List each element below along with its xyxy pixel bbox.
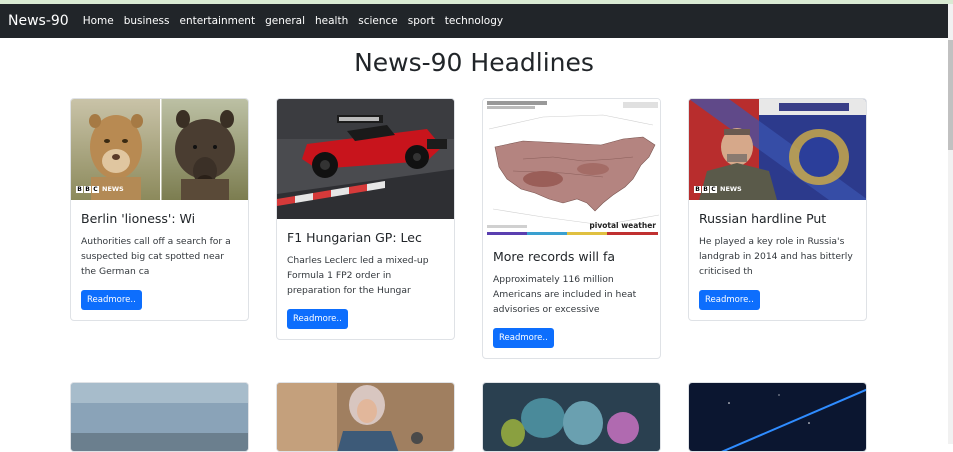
news-card [70,382,249,452]
game-art-image[interactable] [483,383,661,452]
heat-map-image [483,99,660,238]
card-image-f1-car[interactable] [277,99,454,219]
nav-link-health[interactable]: health [315,15,348,27]
nav-link-entertainment[interactable]: entertainment [179,15,255,27]
brand-link[interactable]: News-90 [8,13,69,29]
card-title: More records will fa [493,249,616,264]
nav-link-sport[interactable]: sport [408,15,435,27]
card-text: Approximately 116 million Americans are … [493,274,637,315]
scrollbar-thumb[interactable] [948,40,953,150]
nav-link-technology[interactable]: technology [445,15,503,27]
nav-link-home[interactable]: Home [83,15,114,27]
card-image-man-flag[interactable]: BBC NEWS [689,99,866,200]
nav-link-business[interactable]: business [124,15,170,27]
card-text: Charles Leclerc led a mixed-up Formula 1… [287,255,429,296]
pivotal-weather-watermark: pivotal weather [589,221,656,230]
card-text: Authorities call off a search for a susp… [81,236,231,277]
bbc-news-logo: BBC NEWS [76,185,124,193]
card-title: Russian hardline Put [699,211,827,226]
readmore-button[interactable]: Readmore.. [81,290,142,310]
nav-links: Home business entertainment general heal… [83,15,513,27]
space-image[interactable] [689,383,867,452]
card-title: Berlin 'lioness': Wi [81,211,196,226]
readmore-button[interactable]: Readmore.. [699,290,760,310]
card-image-lioness-boar[interactable]: BBC NEWS [71,99,248,200]
news-card: BBC NEWS Berlin 'lioness': Wi Authoritie… [70,98,249,321]
f1-car-image [277,99,454,219]
nav-link-science[interactable]: science [358,15,398,27]
news-card: pivotal weather More records will fa App… [482,98,661,359]
readmore-button[interactable]: Readmore.. [287,309,348,329]
nav-link-general[interactable]: general [265,15,305,27]
page-title: News-90 Headlines [354,48,594,77]
news-card: F1 Hungarian GP: Lec Charles Leclerc led… [276,98,455,340]
news-card [276,382,455,452]
news-card: BBC NEWS Russian hardline Put He played … [688,98,867,321]
news-card [482,382,661,452]
person-image[interactable] [277,383,455,452]
card-image-heat-map[interactable]: pivotal weather [483,99,660,238]
card-text: He played a key role in Russia's landgra… [699,236,853,277]
readmore-button[interactable]: Readmore.. [493,328,554,348]
news-card [688,382,867,452]
bbc-news-logo: BBC NEWS [694,185,742,193]
landscape-image[interactable] [71,383,249,452]
card-title: F1 Hungarian GP: Lec [287,230,422,245]
navbar: News-90 Home business entertainment gene… [0,4,948,38]
